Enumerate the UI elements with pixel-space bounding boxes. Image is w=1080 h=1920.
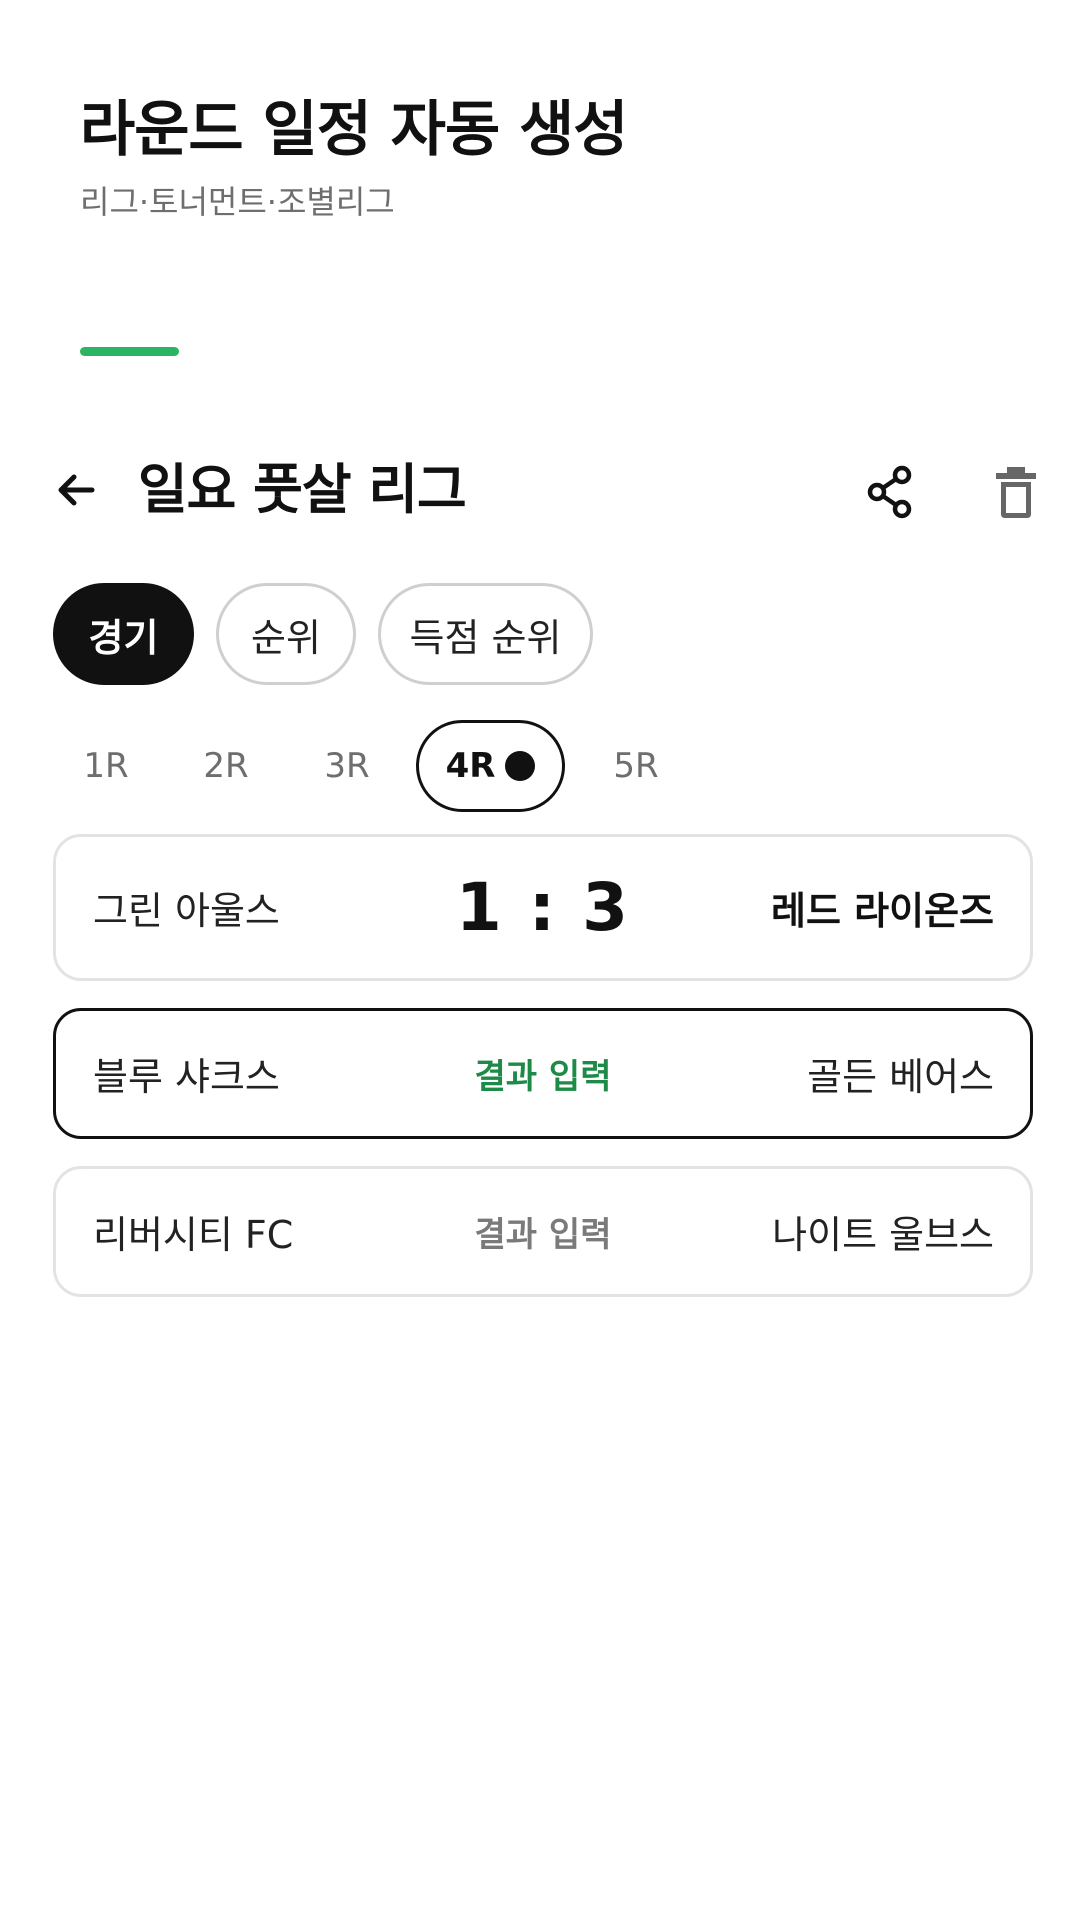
- away-team: 레드 라이온즈: [771, 889, 994, 933]
- round-tab-1[interactable]: 1R: [53, 720, 159, 812]
- back-button[interactable]: [36, 456, 116, 524]
- round-label: 4R: [445, 746, 496, 786]
- enter-result-button[interactable]: 결과 입력: [475, 1207, 612, 1256]
- share-icon: [867, 465, 912, 519]
- app-header: 라운드 일정 자동 생성 리그·토너먼트·조별리그: [80, 90, 980, 224]
- view-tabs: 경기 순위 득점 순위: [53, 583, 593, 685]
- tab-standings[interactable]: 순위: [216, 583, 356, 685]
- tab-games[interactable]: 경기: [53, 583, 194, 685]
- league-toolbar: 일요 풋살 리그: [0, 440, 1080, 540]
- home-team: 그린 아울스: [93, 889, 280, 933]
- match-score: 1 : 3: [455, 869, 631, 946]
- match-card[interactable]: 그린 아울스 1 : 3 레드 라이온즈: [53, 834, 1033, 981]
- round-label: 1R: [83, 746, 129, 786]
- round-tab-5[interactable]: 5R: [583, 720, 689, 812]
- page-subtitle: 리그·토너먼트·조별리그: [80, 183, 395, 221]
- round-label: 2R: [203, 746, 249, 786]
- home-team: 블루 샤크스: [93, 1055, 280, 1099]
- arrow-left-icon: [58, 474, 95, 506]
- league-title: 일요 풋살 리그: [138, 458, 467, 521]
- enter-result-button[interactable]: 결과 입력: [475, 1049, 612, 1098]
- trash-icon: [996, 467, 1036, 518]
- match-card[interactable]: 리버시티 FC 결과 입력 나이트 울브스: [53, 1166, 1033, 1297]
- round-tab-3[interactable]: 3R: [294, 720, 400, 812]
- round-label: 3R: [324, 746, 370, 786]
- current-round-dot-icon: [505, 751, 536, 781]
- home-team: 리버시티 FC: [93, 1213, 294, 1257]
- share-button[interactable]: [850, 458, 930, 526]
- accent-indicator: [80, 347, 179, 356]
- match-card[interactable]: 블루 샤크스 결과 입력 골든 베어스: [53, 1008, 1033, 1139]
- away-team: 나이트 울브스: [772, 1213, 994, 1257]
- page-title: 라운드 일정 자동 생성: [80, 95, 628, 165]
- round-tab-4[interactable]: 4R: [416, 720, 565, 812]
- away-team: 골든 베어스: [807, 1055, 994, 1099]
- delete-button[interactable]: [976, 458, 1056, 526]
- round-label: 5R: [613, 746, 659, 786]
- round-selector: 1R 2R 3R 4R 5R: [53, 720, 953, 812]
- tab-top-scorers[interactable]: 득점 순위: [378, 583, 593, 685]
- round-tab-2[interactable]: 2R: [173, 720, 279, 812]
